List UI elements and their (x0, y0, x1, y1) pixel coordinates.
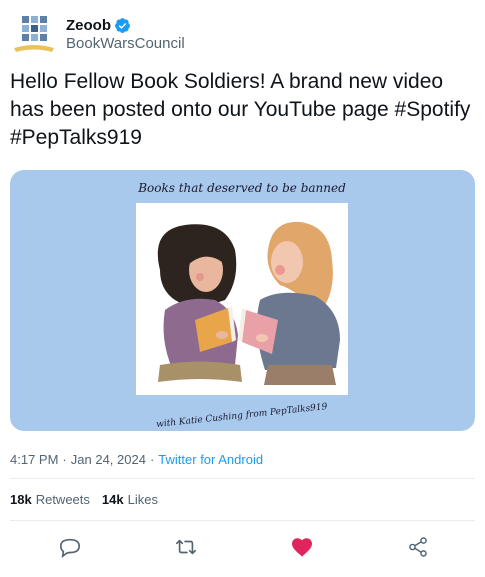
likes-count: 14k (101, 492, 124, 507)
retweets-count: 18k (10, 492, 32, 507)
meta-separator: · (62, 452, 67, 467)
tweet-time[interactable]: 4:17 PM (10, 452, 58, 467)
tweet-text: Hello Fellow Book Soldiers! A brand new … (10, 70, 471, 149)
display-name[interactable]: Zeoob (66, 17, 111, 34)
meta-separator: · (149, 452, 155, 467)
retweet-button[interactable] (173, 534, 199, 560)
tweet-actions (0, 530, 485, 566)
media-bottom-caption: with Katie Cushing from PepTalks919 (156, 402, 328, 430)
comment-icon (60, 538, 80, 558)
share-icon (409, 537, 427, 557)
user-handle[interactable]: BookWarsCouncil (66, 35, 185, 52)
likes-label: Likes (127, 492, 158, 507)
divider (10, 520, 475, 521)
retweets-stat[interactable]: 18k Retweets (10, 492, 90, 507)
retweet-icon (176, 539, 196, 555)
tweet-media[interactable]: Books that deserved to be banned with Ka… (10, 170, 475, 431)
likes-stat[interactable]: 14k Likes (102, 492, 158, 507)
tweet-header: Zeoob BookWarsCouncil (12, 12, 185, 56)
book-wars-council-logo-icon (14, 16, 54, 52)
tweet-stats: 18k Retweets 14k Likes (10, 492, 170, 507)
tweet-date[interactable]: Jan 24, 2024 (71, 452, 146, 467)
share-button[interactable] (405, 534, 431, 560)
verified-badge-icon (115, 17, 130, 33)
book-illustration-image: Books that deserved to be banned with Ka… (136, 181, 348, 430)
reply-button[interactable] (57, 534, 83, 560)
avatar[interactable] (12, 14, 56, 54)
tweet-source-link[interactable]: Twitter for Android (158, 452, 263, 467)
retweets-label: Retweets (35, 492, 90, 507)
heart-icon (292, 538, 312, 557)
like-button[interactable] (289, 534, 315, 560)
divider (10, 478, 475, 479)
tweet-meta: 4:17 PM · Jan 24, 2024 · Twitter for And… (10, 452, 263, 467)
media-top-caption: Books that deserved to be banned (137, 181, 346, 195)
